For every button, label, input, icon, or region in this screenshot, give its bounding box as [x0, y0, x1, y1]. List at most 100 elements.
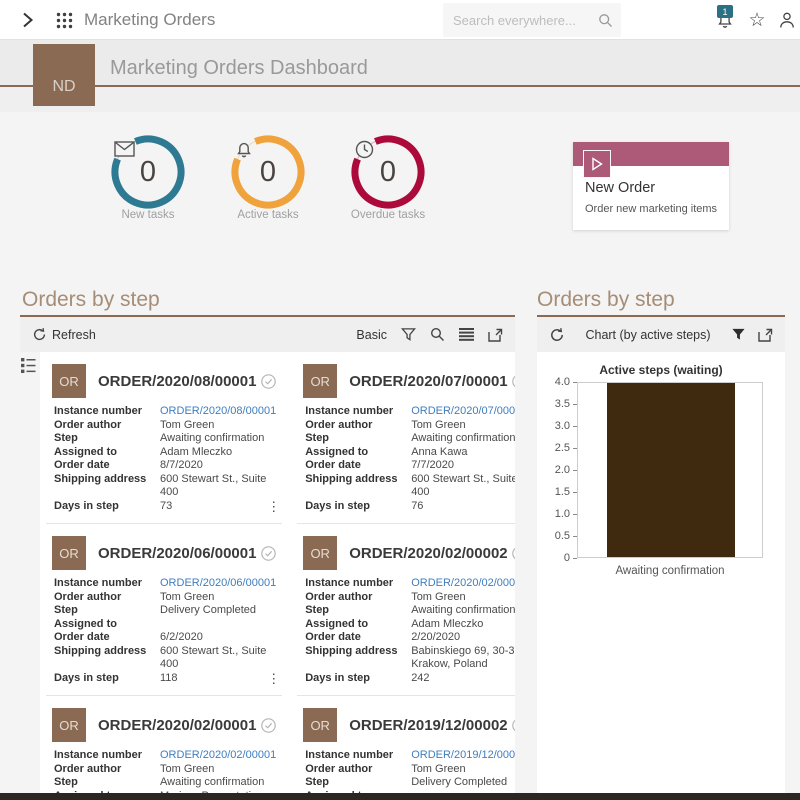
field-label: Instance number — [54, 405, 143, 417]
search-icon[interactable] — [598, 13, 613, 28]
field-label: Assigned to — [54, 445, 117, 458]
order-card-header: OR ORDER/2020/02/00001 — [52, 708, 276, 742]
order-card[interactable]: OR ORDER/2020/07/00001 Instance number OR… — [297, 360, 515, 524]
orders-toolbar: Refresh Basic — [20, 317, 515, 352]
kpi-new-tasks[interactable]: 0 — [110, 134, 186, 210]
field-label: Order author — [305, 762, 373, 775]
order-card[interactable]: OR ORDER/2020/06/00001 Instance number OR… — [46, 532, 283, 696]
chart-x-category-label: Awaiting confirmation — [615, 565, 725, 577]
new-order-tile[interactable]: New Order Order new marketing items — [573, 142, 729, 230]
order-card[interactable]: OR ORDER/2020/08/00001 Instance number OR… — [46, 360, 283, 524]
instance-number-link[interactable]: ORDER/2020/02/00001 — [160, 749, 276, 763]
field-value: 6/2/2020 — [160, 631, 203, 643]
kebab-menu-icon[interactable]: ⋮ — [267, 500, 280, 513]
field-label: Step — [54, 604, 78, 616]
card-field-row: Order author Tom Green — [305, 419, 515, 433]
filter-icon[interactable] — [401, 327, 416, 342]
card-field-row: Order author Tom Green — [54, 419, 276, 433]
kpi-overdue-tasks[interactable]: 0 — [350, 134, 426, 210]
notifications-button[interactable]: 1 — [710, 0, 740, 40]
filter-filled-icon[interactable] — [731, 327, 746, 342]
instance-number-link[interactable]: ORDER/2019/12/00002 — [411, 749, 515, 763]
card-field-row: Instance number ORDER/2019/12/00002 — [305, 749, 515, 763]
check-circle-icon[interactable] — [512, 374, 515, 389]
order-card-fields: Instance number ORDER/2020/06/00001 Order … — [52, 577, 276, 685]
order-type-badge: OR — [52, 708, 86, 742]
view-mode-label[interactable]: Basic — [356, 328, 387, 342]
list-menu-icon[interactable] — [459, 328, 474, 341]
search-input[interactable] — [453, 12, 598, 28]
check-circle-icon[interactable] — [512, 718, 515, 733]
open-in-new-icon[interactable] — [488, 328, 503, 342]
check-circle-icon[interactable] — [261, 717, 276, 733]
search-icon[interactable] — [430, 327, 445, 342]
order-card[interactable]: OR ORDER/2019/12/00002 Instance number OR… — [297, 704, 515, 793]
app-launcher-button[interactable] — [52, 0, 76, 40]
refresh-button[interactable]: Refresh — [32, 327, 96, 342]
tile-title: New Order — [585, 180, 656, 196]
chevron-right-icon — [19, 11, 37, 29]
y-tick-label: 1.0 — [537, 507, 577, 521]
chart-bar[interactable] — [606, 383, 736, 557]
kpi-value: 0 — [259, 155, 277, 188]
card-field-row: Order author Tom Green — [54, 763, 276, 777]
y-tick-label: 0 — [537, 551, 577, 565]
field-label: Days in step — [54, 499, 119, 512]
kebab-menu-icon[interactable]: ⋮ — [267, 672, 280, 685]
instance-number-link[interactable]: ORDER/2020/06/00001 — [160, 577, 276, 591]
instance-number-link[interactable]: ORDER/2020/07/00001 — [411, 405, 515, 419]
open-in-new-icon[interactable] — [758, 328, 773, 342]
instance-number-link[interactable]: ORDER/2020/08/00001 — [160, 405, 276, 419]
y-tick-label: 3.0 — [537, 419, 577, 433]
card-field-row: Step Delivery Completed — [305, 776, 515, 790]
order-card-fields: Instance number ORDER/2020/08/00001 Order … — [52, 405, 276, 513]
kpi-active-tasks[interactable]: 0 — [230, 134, 306, 210]
card-field-row: Instance number ORDER/2020/08/00001 — [54, 405, 276, 419]
order-card-title: ORDER/2020/08/00001 — [98, 372, 257, 390]
view-selector-icon[interactable] — [20, 357, 36, 374]
instance-number-link[interactable]: ORDER/2020/02/00002 — [411, 577, 515, 591]
card-field-row: Assigned to Adam Mleczko — [54, 446, 276, 460]
refresh-icon[interactable] — [549, 327, 565, 343]
app-title: Marketing Orders — [84, 10, 216, 29]
expand-menu-button[interactable] — [16, 0, 40, 40]
field-value: Delivery Completed — [160, 604, 256, 616]
field-value: Tom Green — [411, 418, 466, 431]
tile-subtitle: Order new marketing items — [585, 203, 718, 215]
order-card[interactable]: OR ORDER/2020/02/00001 Instance number OR… — [46, 704, 282, 793]
check-circle-icon[interactable] — [512, 546, 515, 561]
app-root: Marketing Orders 1 ☆ ND Marketing Orders… — [0, 0, 800, 800]
grid-menu-icon — [56, 12, 73, 29]
chart-y-axis: 4.0 3.5 3.0 2.5 2.0 1.5 1.0 0.5 0 — [537, 375, 577, 565]
field-label: Order author — [305, 418, 373, 431]
card-field-row: Shipping address 600 Stewart St., Suite 4… — [305, 473, 515, 500]
order-type-badge: OR — [303, 708, 338, 742]
field-value: 600 Stewart St., Suite 400 — [160, 644, 267, 671]
order-card-title: ORDER/2020/07/00001 — [349, 372, 508, 390]
check-circle-icon[interactable] — [261, 373, 276, 389]
chart-toolbar: Chart (by active steps) — [537, 317, 785, 352]
card-field-row: Instance number ORDER/2020/07/00001 — [305, 405, 515, 419]
order-card-fields: Instance numberORDER/2020/02/00002Order … — [303, 577, 515, 685]
header-lower-band — [0, 87, 800, 112]
order-card-title: ORDER/2019/12/00002 — [349, 716, 508, 734]
order-card[interactable]: OR ORDER/2020/02/00002 Instance number OR… — [297, 532, 515, 696]
field-label: Order author — [305, 590, 373, 603]
field-value: Anna Kawa — [411, 445, 468, 458]
check-circle-icon[interactable] — [261, 545, 276, 561]
field-label: Order author — [54, 418, 122, 431]
field-label: Instance number — [54, 577, 143, 589]
card-field-row: Step Awaiting confirmation — [54, 776, 276, 790]
profile-button[interactable] — [774, 0, 800, 40]
field-value: Adam Mleczko — [411, 617, 484, 630]
start-workflow-play-icon — [583, 150, 611, 178]
global-search[interactable] — [443, 3, 621, 37]
bottom-overflow-strip — [0, 793, 800, 800]
refresh-icon — [32, 327, 47, 342]
order-card-fields: Instance numberORDER/2019/12/00002Order … — [303, 749, 515, 793]
chart-view-label[interactable]: Chart (by active steps) — [585, 328, 710, 342]
favorites-button[interactable]: ☆ — [744, 0, 770, 40]
card-field-row: Assigned to Anna Kawa — [305, 446, 515, 460]
field-label: Step — [54, 432, 78, 444]
y-tick-label: 4.0 — [537, 375, 577, 389]
